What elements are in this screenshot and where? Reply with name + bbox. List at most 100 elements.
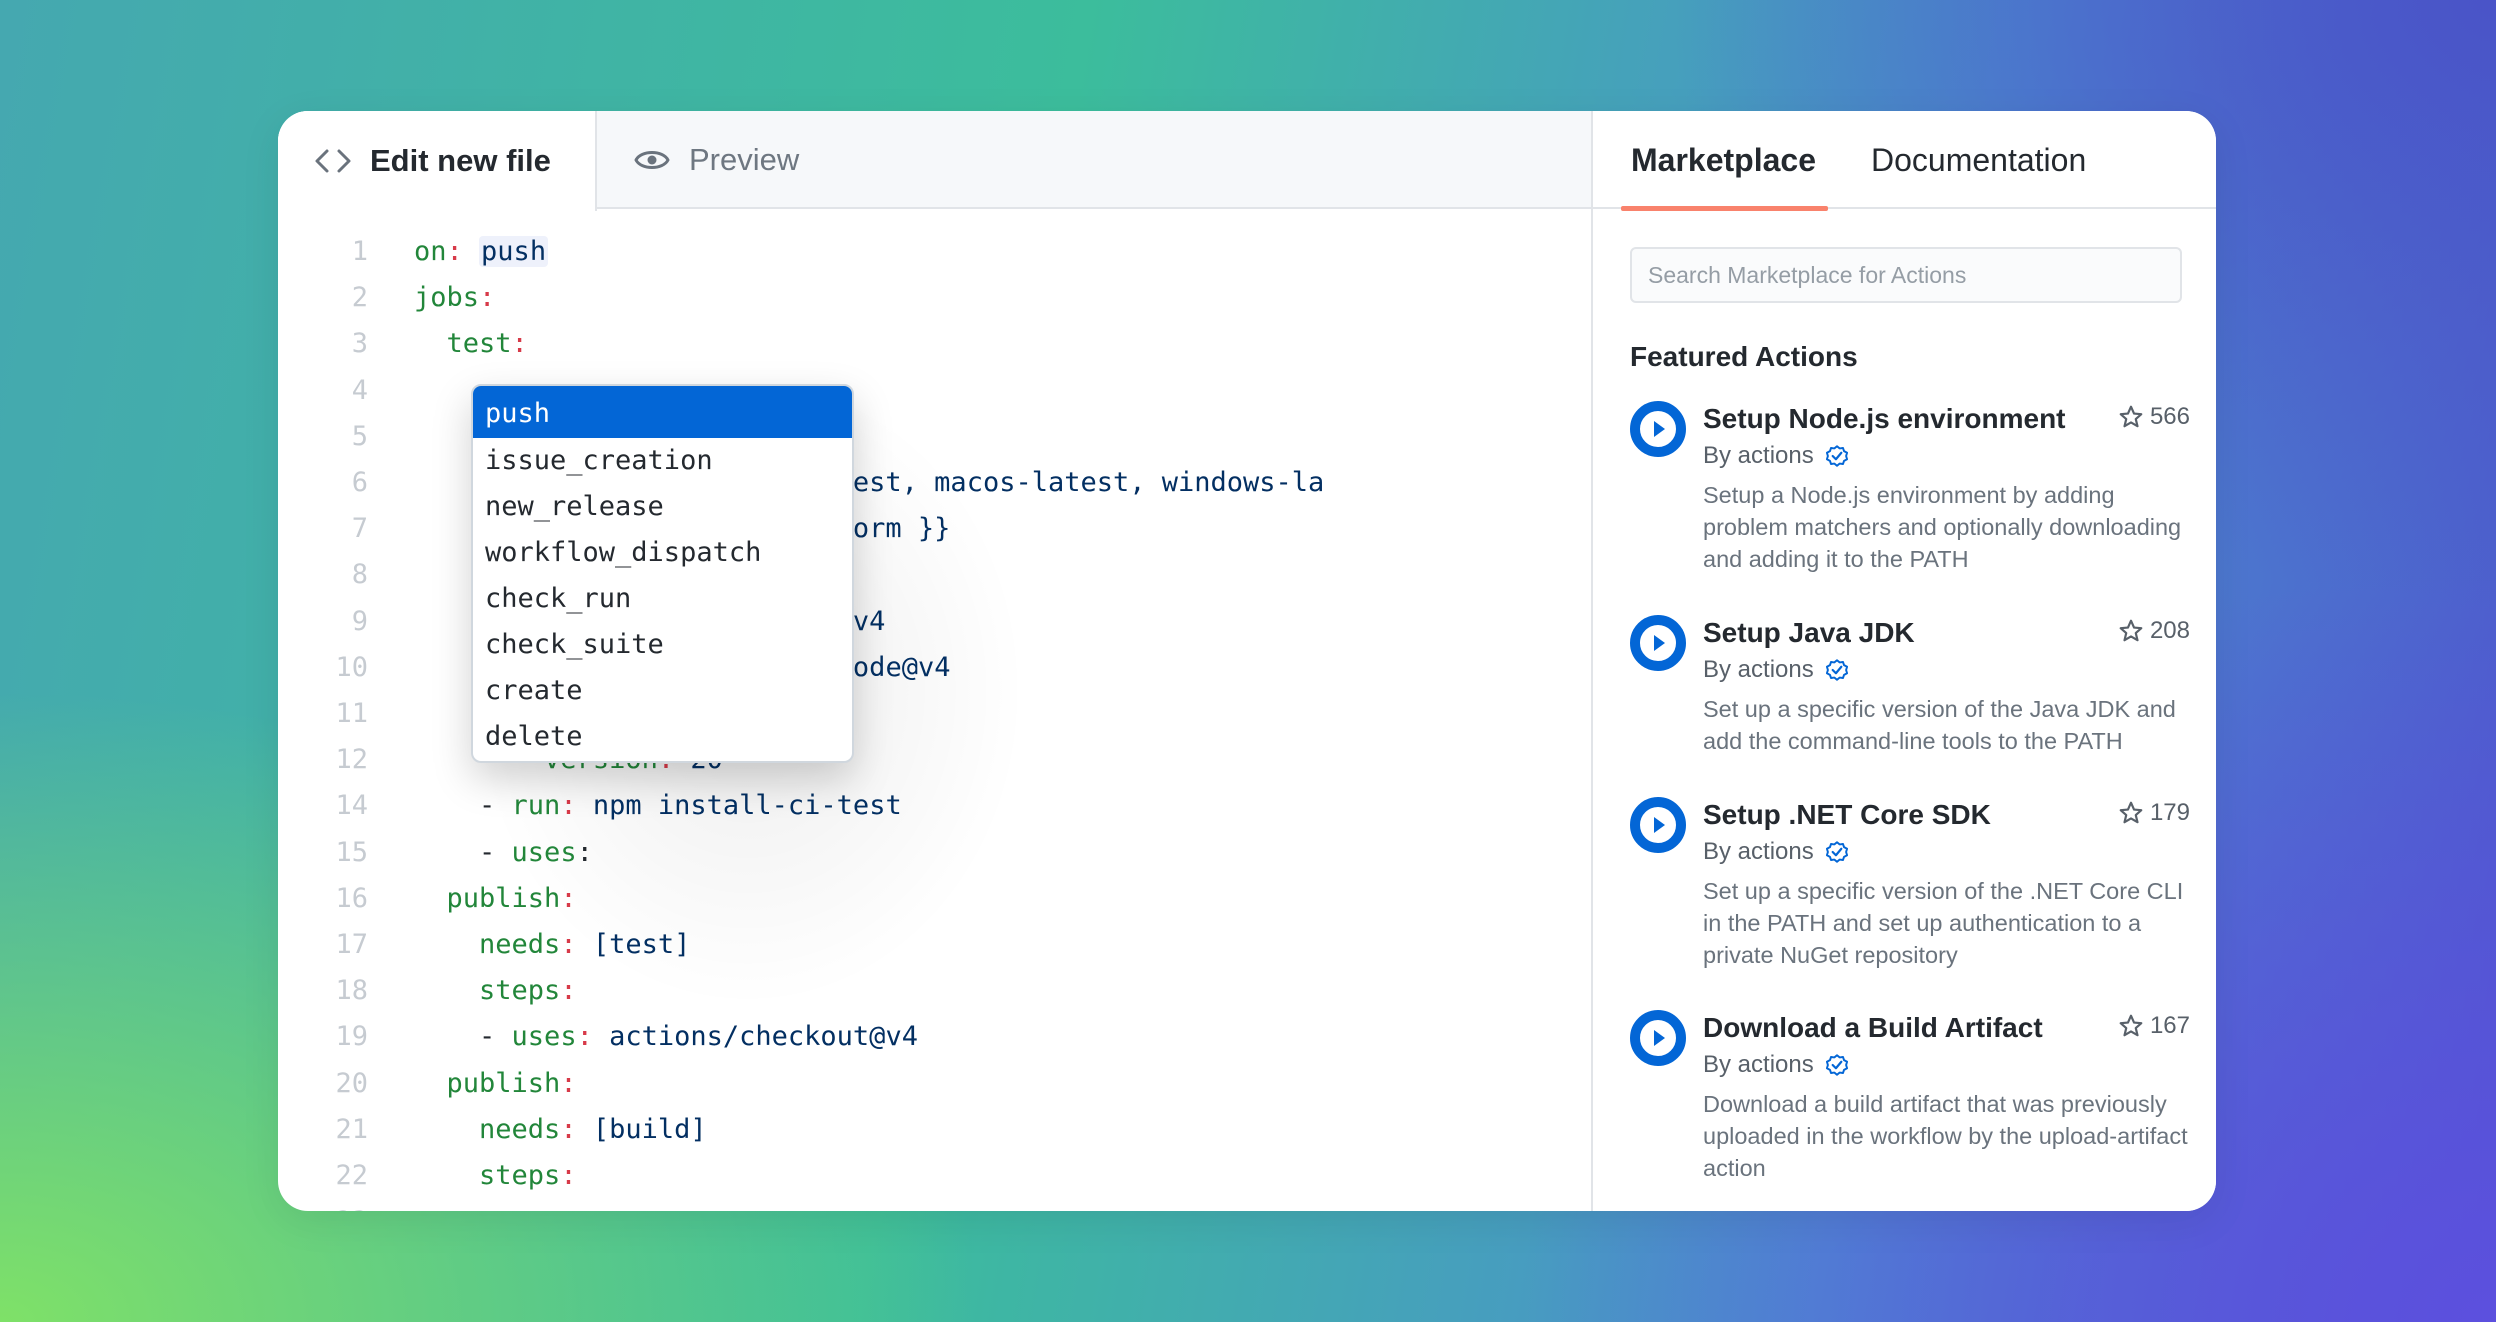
verified-badge-icon — [1825, 659, 1848, 681]
yaml-value — [414, 929, 479, 960]
code-line[interactable]: 16 publish: — [278, 876, 1591, 922]
yaml-key: steps — [479, 1160, 561, 1191]
action-description: Set up a specific version of the .NET Co… — [1703, 878, 2184, 968]
code-text: publish: — [414, 876, 577, 922]
yaml-punctuation: : — [560, 790, 577, 822]
code-text: - uses: — [414, 830, 593, 876]
autocomplete-item-check-run[interactable]: check_run — [473, 576, 852, 622]
autocomplete-item-issue-creation[interactable]: issue_creation — [473, 438, 852, 484]
yaml-key: needs — [479, 929, 561, 960]
line-number: 15 — [335, 836, 368, 868]
yaml-value: - — [414, 836, 512, 868]
code-line[interactable]: 19 - uses: actions/checkout@v4 — [278, 1014, 1591, 1060]
autocomplete-item-workflow-dispatch[interactable]: workflow_dispatch — [473, 530, 852, 576]
action-author-label: By actions — [1703, 656, 1814, 683]
star-icon — [2119, 619, 2143, 642]
tab-edit-new-file[interactable]: Edit new file — [278, 111, 597, 211]
yaml-punctuation: : — [560, 1160, 577, 1191]
action-author-label: By actions — [1703, 838, 1814, 865]
yaml-punctuation: : — [446, 236, 463, 267]
autocomplete-dropdown: push issue_creation new_release workflow… — [471, 384, 854, 763]
autocomplete-item-push[interactable]: push — [473, 386, 852, 438]
code-line[interactable]: 18 steps: — [278, 968, 1591, 1014]
yaml-key: jobs — [414, 282, 480, 314]
action-title[interactable]: Setup Java JDK — [1703, 617, 1915, 649]
code-line[interactable]: 23 — [278, 1199, 1591, 1211]
code-editor[interactable]: 1 on: push 2 jobs: 3 test: 4 5 6 latest, macos-… — [278, 211, 1591, 1211]
yaml-value — [414, 1114, 479, 1145]
yaml-key: publish — [446, 882, 561, 914]
yaml-punctuation: : — [511, 328, 528, 360]
yaml-punctuation: : — [560, 1113, 577, 1145]
line-number: 4 — [351, 374, 368, 406]
code-text: steps: — [414, 968, 577, 1014]
line-number: 8 — [351, 559, 368, 591]
yaml-punctuation: : — [560, 929, 577, 960]
star-count[interactable]: 208 — [2118, 617, 2190, 645]
yaml-punctuation: : — [560, 1067, 577, 1099]
code-line[interactable]: 14 - run: npm install-ci-test — [278, 783, 1591, 829]
line-number: 20 — [335, 1067, 368, 1099]
star-count-value: 167 — [2149, 1012, 2190, 1039]
tab-preview[interactable]: Preview — [597, 111, 799, 209]
marketplace-search-input[interactable] — [1630, 247, 2182, 303]
star-icon — [2119, 801, 2143, 824]
line-number: 11 — [335, 698, 368, 729]
star-count[interactable]: 566 — [2118, 403, 2190, 431]
highlighted-token: push — [479, 236, 549, 267]
star-count-value: 566 — [2149, 403, 2190, 430]
tab-documentation[interactable]: Documentation — [1871, 111, 2086, 209]
star-count-value: 179 — [2149, 799, 2190, 826]
tab-marketplace[interactable]: Marketplace — [1621, 111, 1828, 211]
action-author: By actions — [1703, 656, 1850, 684]
code-line[interactable]: 20 publish: — [278, 1061, 1591, 1107]
action-author-label: By actions — [1703, 442, 1814, 469]
code-line[interactable]: 2 jobs: — [278, 275, 1591, 321]
star-icon — [2119, 1014, 2143, 1037]
code-text: on: push — [414, 229, 549, 275]
yaml-value: npm install-ci-test — [576, 790, 902, 822]
line-number: 18 — [335, 975, 368, 1007]
line-number: 19 — [335, 1021, 368, 1053]
code-text: test: — [414, 321, 528, 367]
yaml-key: uses — [511, 1021, 577, 1053]
yaml-key: on — [414, 236, 447, 267]
line-number: 1 — [351, 236, 368, 267]
yaml-punctuation: : — [479, 282, 496, 314]
yaml-value: - — [414, 790, 512, 822]
line-number: 6 — [351, 467, 368, 498]
code-text: publish: — [414, 1061, 577, 1107]
yaml-value — [463, 236, 479, 267]
code-line[interactable]: 3 test: — [278, 321, 1591, 367]
yaml-key: publish — [446, 1067, 561, 1099]
featured-actions-heading: Featured Actions — [1630, 341, 1858, 372]
code-line[interactable]: 22 steps: — [278, 1153, 1591, 1199]
verified-badge-icon — [1825, 445, 1848, 467]
code-text: needs: [build] — [414, 1107, 707, 1153]
code-text: steps: — [414, 1153, 577, 1199]
line-number: 5 — [351, 420, 368, 452]
autocomplete-item-check-suite[interactable]: check_suite — [473, 622, 852, 668]
autocomplete-item-new-release[interactable]: new_release — [473, 484, 852, 530]
yaml-key: test — [446, 328, 512, 360]
editor-window: Edit new file Preview 1 on: push 2 jobs: 3 t… — [278, 111, 2216, 1211]
autocomplete-item-delete[interactable]: delete — [473, 714, 852, 760]
play-icon — [1630, 1010, 1686, 1066]
autocomplete-item-create[interactable]: create — [473, 668, 852, 714]
code-line[interactable]: 15 - uses: — [278, 830, 1591, 876]
code-line[interactable]: 17 needs: [test] — [278, 922, 1591, 968]
play-icon — [1630, 615, 1686, 671]
code-line[interactable]: 21 needs: [build] — [278, 1107, 1591, 1153]
code-icon — [315, 149, 351, 173]
action-title[interactable]: Download a Build Artifact — [1703, 1012, 2043, 1044]
code-text: needs: [test] — [414, 922, 690, 968]
action-title[interactable]: Setup Node.js environment — [1703, 403, 2066, 435]
action-title[interactable]: Setup .NET Core SDK — [1703, 799, 1991, 831]
code-line[interactable]: 1 on: push — [278, 229, 1591, 275]
yaml-value: [test] — [576, 929, 691, 960]
line-number: 23 — [278, 1199, 368, 1211]
star-count[interactable]: 179 — [2118, 799, 2190, 827]
yaml-punctuation: : — [576, 1021, 593, 1053]
star-count[interactable]: 167 — [2118, 1012, 2190, 1040]
yaml-value: - — [414, 1021, 512, 1053]
